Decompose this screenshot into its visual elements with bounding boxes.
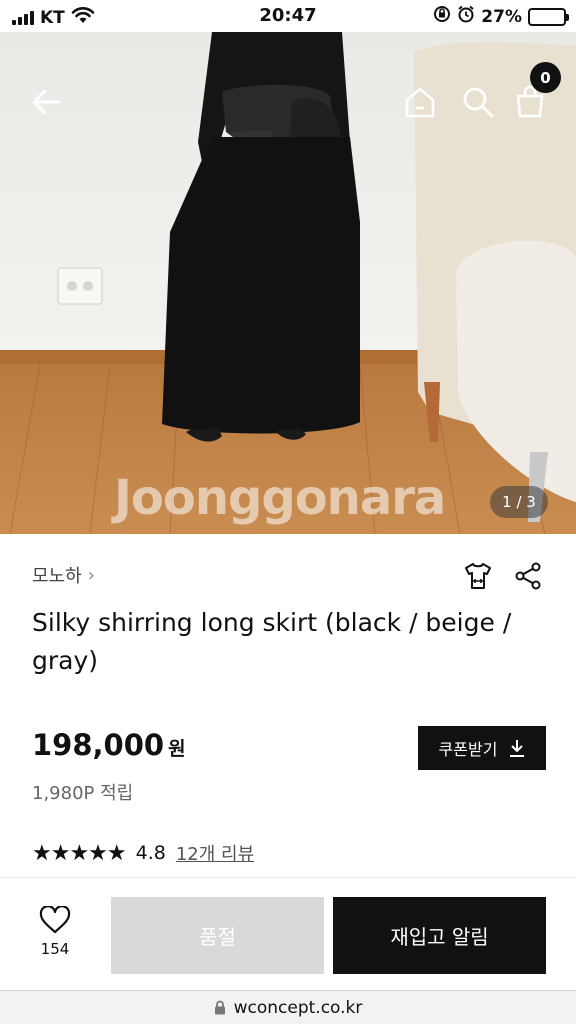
price-currency: 원 xyxy=(168,738,186,760)
back-arrow-icon xyxy=(32,89,61,115)
orientation-lock-icon xyxy=(433,5,451,28)
status-bar: KT 20:47 27% xyxy=(0,0,576,32)
search-icon xyxy=(463,87,494,118)
size-guide-button[interactable] xyxy=(462,560,494,592)
like-count: 154 xyxy=(40,940,70,958)
divider xyxy=(0,877,576,878)
home-button[interactable] xyxy=(400,82,440,122)
like-button[interactable]: 154 xyxy=(24,905,86,958)
price-row: 198,000 원 xyxy=(32,728,186,762)
rating-row: ★★★★★ 4.8 12개 리뷰 xyxy=(32,840,254,866)
cart-badge: 0 xyxy=(530,62,561,93)
rating-stars: ★★★★★ xyxy=(32,840,127,866)
restock-alert-button[interactable]: 재입고 알림 xyxy=(333,897,546,974)
brand-name: 모노하 xyxy=(32,566,82,587)
brand-link[interactable]: 모노하 › xyxy=(32,562,95,588)
battery-charging-icon xyxy=(528,7,569,26)
rating-value: 4.8 xyxy=(135,842,166,864)
reviews-link[interactable]: 12개 리뷰 xyxy=(176,840,254,866)
home-icon xyxy=(405,87,435,118)
share-icon xyxy=(515,562,541,590)
product-image-carousel[interactable]: 0 Joonggonara 1 / 3 xyxy=(0,32,576,534)
browser-url-bar[interactable]: wconcept.co.kr xyxy=(0,990,576,1024)
size-guide-shirt-icon xyxy=(465,563,491,589)
product-actions xyxy=(462,560,544,592)
product-title: Silky shirring long skirt (black / beige… xyxy=(32,608,512,675)
lock-icon xyxy=(214,1000,225,1015)
alarm-icon xyxy=(457,5,475,28)
soldout-button: 품절 xyxy=(111,897,324,974)
image-pager: 1 / 3 xyxy=(490,486,548,518)
battery-percent: 27% xyxy=(481,6,522,27)
back-button[interactable] xyxy=(26,82,66,122)
heart-icon xyxy=(39,905,71,934)
reward-points: 1,980P 적립 xyxy=(32,783,134,804)
coupon-download-button[interactable]: 쿠폰받기 xyxy=(418,726,546,770)
search-button[interactable] xyxy=(458,82,498,122)
chevron-right-icon: › xyxy=(87,564,95,586)
coupon-label: 쿠폰받기 xyxy=(438,740,498,759)
status-right: 27% xyxy=(433,5,569,28)
watermark: Joonggonara xyxy=(114,470,446,526)
share-button[interactable] xyxy=(512,560,544,592)
download-icon xyxy=(510,740,525,757)
product-price: 198,000 xyxy=(32,728,165,762)
url-text: wconcept.co.kr xyxy=(233,997,363,1018)
